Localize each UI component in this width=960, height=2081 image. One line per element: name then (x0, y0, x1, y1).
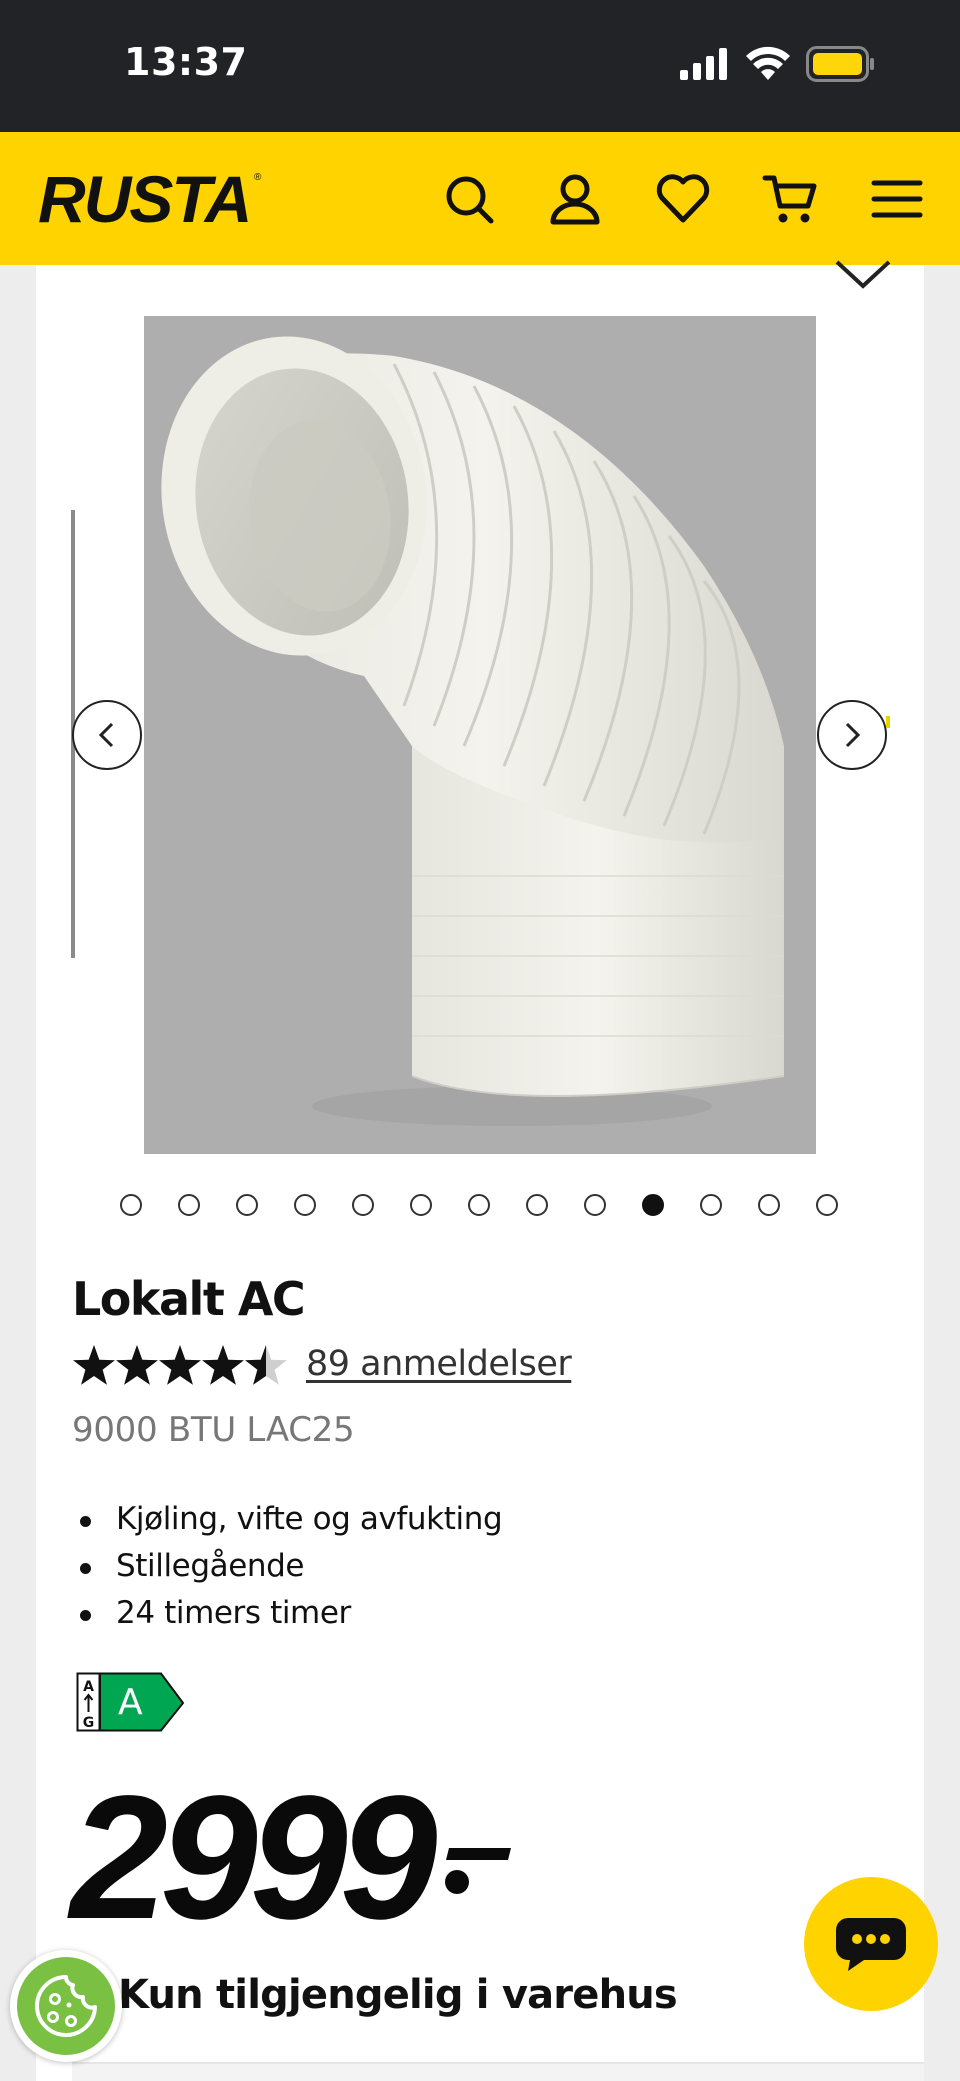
availability-text: Kun tilgjengelig i varehus (118, 1972, 678, 2018)
cookie-settings-button[interactable] (10, 1950, 122, 2062)
product-image[interactable] (144, 316, 816, 1154)
cookie-icon (35, 1975, 97, 2037)
energy-class: A (118, 1682, 143, 1723)
status-time: 13:37 (124, 40, 248, 84)
gallery-dot[interactable] (410, 1194, 432, 1216)
account-icon[interactable] (546, 170, 604, 228)
gallery-dot[interactable] (120, 1194, 142, 1216)
star-filled (116, 1345, 158, 1385)
search-icon[interactable] (440, 170, 498, 228)
hose-illustration (161, 336, 785, 1126)
star-filled (202, 1345, 244, 1385)
site-header: RUSTA ® (0, 132, 960, 265)
price-dash (445, 1848, 511, 1894)
star-filled (159, 1345, 201, 1385)
next-slide-peek (886, 716, 890, 728)
store-availability-box[interactable] (72, 2062, 924, 2081)
gallery-dot[interactable] (816, 1194, 838, 1216)
gallery-pagination (120, 1194, 844, 1218)
gallery-dot[interactable] (700, 1194, 722, 1216)
reviews-link[interactable]: 89 anmeldelser (306, 1344, 572, 1384)
chevron-right-icon (845, 722, 861, 748)
gallery-dot[interactable] (584, 1194, 606, 1216)
heart-icon[interactable] (654, 170, 712, 228)
product-title: Lokalt AC (72, 1272, 306, 1326)
cart-icon[interactable] (762, 170, 820, 228)
svg-text:G: G (83, 1715, 95, 1731)
battery-icon (806, 46, 874, 82)
gallery-dot[interactable] (178, 1194, 200, 1216)
feature-list: Kjøling, vifte og avfukting Stillegående… (72, 1496, 503, 1637)
gallery-dot[interactable] (526, 1194, 548, 1216)
gallery-prev-button[interactable] (72, 700, 142, 770)
list-item: Kjøling, vifte og avfukting (72, 1496, 503, 1543)
gallery-next-button[interactable] (817, 700, 887, 770)
menu-icon[interactable] (868, 170, 926, 228)
gallery-dot[interactable] (642, 1194, 664, 1216)
chat-button[interactable] (804, 1877, 938, 2011)
list-item: 24 timers timer (72, 1590, 502, 1637)
rating-stars[interactable] (72, 1342, 292, 1390)
gallery-dot[interactable] (236, 1194, 258, 1216)
status-bar: 13:37 (0, 0, 960, 132)
svg-text:RUSTA: RUSTA (38, 162, 250, 236)
chat-icon (836, 1918, 906, 1971)
product-price: 2999 (70, 1760, 438, 1956)
product-subtitle: 9000 BTU LAC25 (72, 1410, 355, 1450)
gallery-dot[interactable] (468, 1194, 490, 1216)
gallery-dot[interactable] (352, 1194, 374, 1216)
svg-text:A: A (83, 1679, 94, 1695)
gallery-dot[interactable] (294, 1194, 316, 1216)
star-filled (73, 1345, 115, 1385)
chevron-left-icon (98, 722, 114, 748)
chevron-down-icon[interactable] (833, 258, 893, 292)
rusta-logo[interactable]: RUSTA ® (36, 162, 266, 236)
svg-text:®: ® (254, 172, 262, 183)
list-item: Stillegående (72, 1543, 502, 1590)
signal-icon (680, 48, 727, 80)
gallery-dot[interactable] (758, 1194, 780, 1216)
wifi-icon (746, 46, 790, 80)
